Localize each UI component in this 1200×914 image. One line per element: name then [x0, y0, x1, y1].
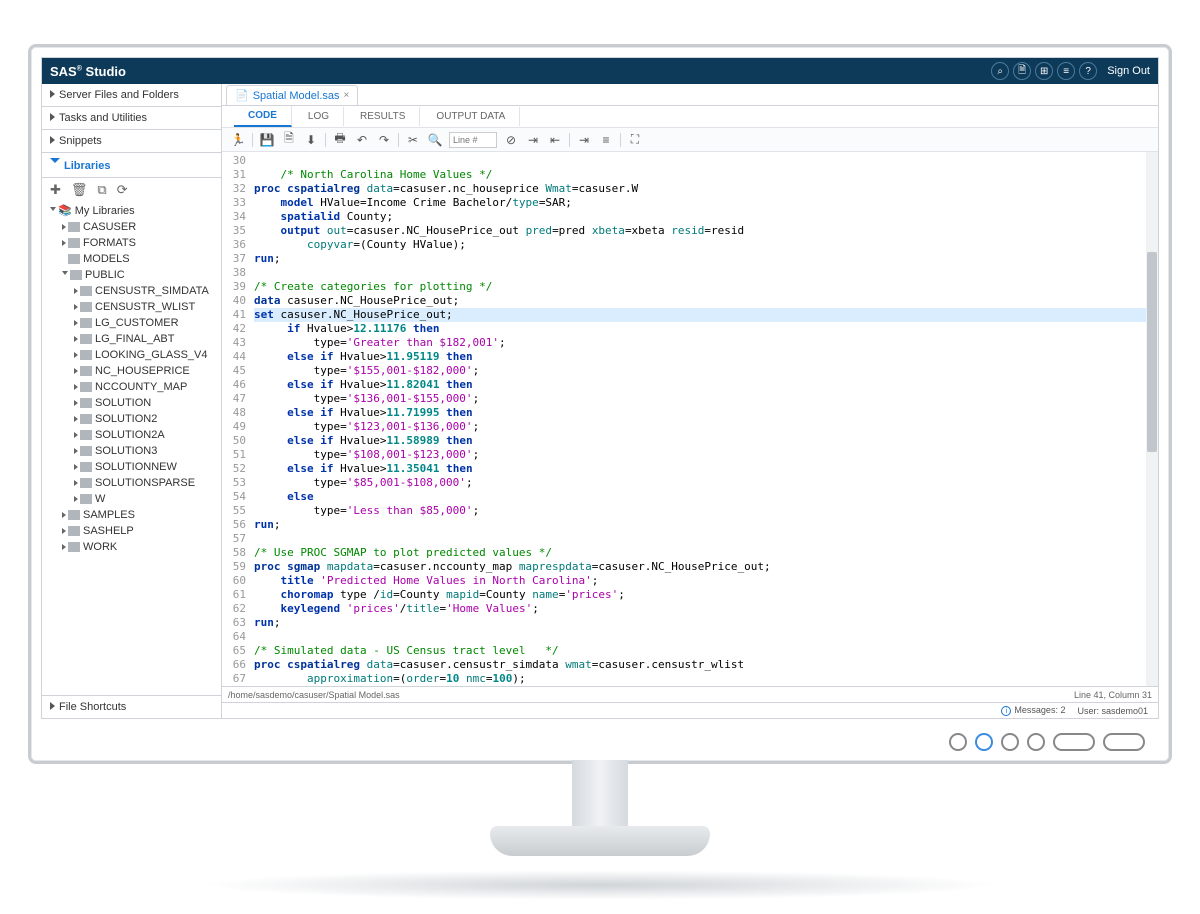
tree-table-w[interactable]: W: [42, 491, 221, 507]
tree-table-lg_final_abt[interactable]: LG_FINAL_ABT: [42, 331, 221, 347]
code-content[interactable]: /* North Carolina Home Values */proc csp…: [250, 152, 1158, 686]
format-icon[interactable]: ⇥: [525, 132, 541, 148]
file-tabbar: 📄 Spatial Model.sas ×: [222, 84, 1158, 106]
info-icon: i: [1001, 706, 1011, 716]
tree-table-solutionnew[interactable]: SOLUTIONNEW: [42, 459, 221, 475]
close-tab-icon[interactable]: ×: [344, 90, 350, 101]
monitor-led: [975, 733, 993, 751]
monitor-button: [1027, 733, 1045, 751]
line-gutter: 3031323334353637383940414243444546474849…: [222, 152, 250, 686]
search-icon[interactable]: ⌕: [991, 62, 1009, 80]
sidebar: Server Files and Folders Tasks and Utili…: [42, 84, 222, 718]
tree-table-solution[interactable]: SOLUTION: [42, 395, 221, 411]
app-body: Server Files and Folders Tasks and Utili…: [42, 84, 1158, 718]
fullscreen-icon[interactable]: ⛶: [627, 132, 643, 148]
tree-table-solution2a[interactable]: SOLUTION2A: [42, 427, 221, 443]
vertical-scrollbar[interactable]: [1146, 152, 1158, 686]
editor-toolbar: 🏃 💾 🗎 ⬇ 🖶 ↶ ↷ ✂ 🔍 ⊘ ⇥ ⇤: [222, 128, 1158, 152]
save-as-icon[interactable]: 🗎: [281, 132, 297, 148]
tree-table-looking_glass_v4[interactable]: LOOKING_GLASS_V4: [42, 347, 221, 363]
run-icon[interactable]: 🏃: [230, 132, 246, 148]
help-icon[interactable]: ?: [1079, 62, 1097, 80]
app-window: SAS® Studio ⌕ 🗎 ⊞ ≡ ? Sign Out Server Fi…: [41, 57, 1159, 719]
monitor-power-button: [1053, 733, 1095, 751]
tree-my-libraries[interactable]: 📚 My Libraries: [42, 202, 221, 219]
messages-count[interactable]: iMessages: 2: [1001, 705, 1065, 717]
find-icon[interactable]: 🔍: [427, 132, 443, 148]
panel-libraries[interactable]: Libraries: [42, 153, 221, 178]
panel-server-files[interactable]: Server Files and Folders: [42, 84, 221, 107]
scroll-thumb[interactable]: [1147, 252, 1157, 452]
panel-file-shortcuts[interactable]: File Shortcuts: [42, 695, 221, 718]
tree-table-solution2[interactable]: SOLUTION2: [42, 411, 221, 427]
tree-table-solutionsparse[interactable]: SOLUTIONSPARSE: [42, 475, 221, 491]
panel-snippets[interactable]: Snippets: [42, 130, 221, 153]
tree-table-nccounty_map[interactable]: NCCOUNTY_MAP: [42, 379, 221, 395]
lib-toolbar: ✚ 🗑 ⧉ ⟳: [42, 178, 221, 202]
tree-table-censustr_simdata[interactable]: CENSUSTR_SIMDATA: [42, 283, 221, 299]
goto-line-input[interactable]: [449, 132, 497, 148]
monitor-shadow: [200, 870, 1000, 900]
undo-icon[interactable]: ↶: [354, 132, 370, 148]
apps-icon[interactable]: ⊞: [1035, 62, 1053, 80]
tree-lib-sashelp[interactable]: SASHELP: [42, 523, 221, 539]
properties-icon[interactable]: ⧉: [97, 182, 106, 198]
open-icon[interactable]: 🗎: [1013, 62, 1031, 80]
status-path: /home/sasdemo/casuser/Spatial Model.sas: [228, 690, 400, 700]
header-icons: ⌕ 🗎 ⊞ ≡ ? Sign Out: [991, 62, 1150, 80]
monitor-power-button: [1103, 733, 1145, 751]
outdent-icon[interactable]: ⇥: [576, 132, 592, 148]
subtab-code[interactable]: CODE: [234, 106, 292, 127]
status-position: Line 41, Column 31: [1074, 690, 1152, 700]
subtab-output-data[interactable]: OUTPUT DATA: [422, 107, 520, 126]
new-lib-icon[interactable]: ✚: [50, 182, 61, 198]
app-title: SAS® Studio: [50, 64, 991, 79]
comment-icon[interactable]: ≡: [598, 132, 614, 148]
subtab-results[interactable]: RESULTS: [346, 107, 420, 126]
clear-icon[interactable]: ⊘: [503, 132, 519, 148]
cut-icon[interactable]: ✂: [405, 132, 421, 148]
tree-table-solution3[interactable]: SOLUTION3: [42, 443, 221, 459]
tree-table-lg_customer[interactable]: LG_CUSTOMER: [42, 315, 221, 331]
monitor-buttons: [949, 733, 1145, 751]
tree-lib-samples[interactable]: SAMPLES: [42, 507, 221, 523]
print-icon[interactable]: 🖶: [332, 132, 348, 148]
footer: iMessages: 2 User: sasdemo01: [222, 702, 1158, 718]
monitor-stand: [490, 760, 710, 880]
subtabs: CODE LOG RESULTS OUTPUT DATA: [222, 106, 1158, 128]
app-header: SAS® Studio ⌕ 🗎 ⊞ ≡ ? Sign Out: [42, 58, 1158, 84]
code-editor[interactable]: 3031323334353637383940414243444546474849…: [222, 152, 1158, 686]
monitor-button: [949, 733, 967, 751]
subtab-log[interactable]: LOG: [294, 107, 344, 126]
tree-table-nc_houseprice[interactable]: NC_HOUSEPRICE: [42, 363, 221, 379]
tree-lib-formats[interactable]: FORMATS: [42, 235, 221, 251]
tree-lib-casuser[interactable]: CASUSER: [42, 219, 221, 235]
monitor-button: [1001, 733, 1019, 751]
indent-icon[interactable]: ⇤: [547, 132, 563, 148]
main-area: 📄 Spatial Model.sas × CODE LOG RESULTS O…: [222, 84, 1158, 718]
export-icon[interactable]: ⬇: [303, 132, 319, 148]
tree-lib-public[interactable]: PUBLIC: [42, 267, 221, 283]
refresh-icon[interactable]: ⟳: [117, 182, 128, 198]
library-tree: 📚 My Libraries CASUSER FORMATS MODELS PU…: [42, 202, 221, 695]
footer-user: User: sasdemo01: [1077, 706, 1148, 716]
monitor-frame: SAS® Studio ⌕ 🗎 ⊞ ≡ ? Sign Out Server Fi…: [28, 44, 1172, 764]
sign-out-link[interactable]: Sign Out: [1107, 65, 1150, 77]
tab-spatial-model[interactable]: 📄 Spatial Model.sas ×: [226, 85, 358, 105]
redo-icon[interactable]: ↷: [376, 132, 392, 148]
delete-lib-icon[interactable]: 🗑: [71, 182, 88, 198]
statusbar: /home/sasdemo/casuser/Spatial Model.sas …: [222, 686, 1158, 702]
more-icon[interactable]: ≡: [1057, 62, 1075, 80]
panel-tasks[interactable]: Tasks and Utilities: [42, 107, 221, 130]
save-icon[interactable]: 💾: [259, 132, 275, 148]
tree-lib-models[interactable]: MODELS: [42, 251, 221, 267]
tree-table-censustr_wlist[interactable]: CENSUSTR_WLIST: [42, 299, 221, 315]
tree-lib-work[interactable]: WORK: [42, 539, 221, 555]
